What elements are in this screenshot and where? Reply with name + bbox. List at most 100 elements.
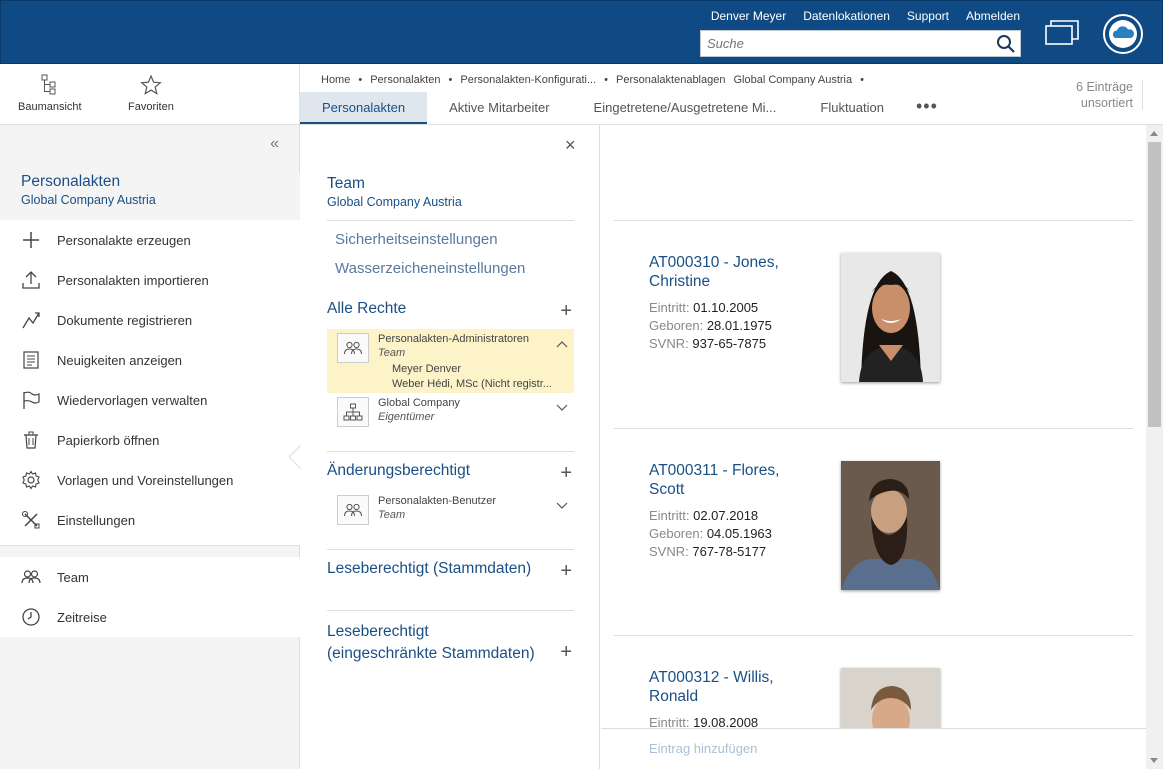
group-name: Global Company xyxy=(378,397,460,409)
nav-item-label: Personalakte erzeugen xyxy=(57,232,191,248)
data-locations-link[interactable]: Datenlokationen xyxy=(803,9,890,23)
field-label: Eintritt: xyxy=(649,300,690,315)
plus-icon xyxy=(20,229,42,251)
chevron-down-icon[interactable] xyxy=(556,502,568,510)
add-icon[interactable]: + xyxy=(560,462,572,485)
nav-item-team[interactable]: Team xyxy=(0,557,300,597)
favorites-button[interactable]: Favoriten xyxy=(128,74,174,113)
tab-joined-left[interactable]: Eingetretene/Ausgetretene Mi... xyxy=(572,92,799,125)
watermark-settings-link[interactable]: Wasserzeicheneinstellungen xyxy=(335,260,525,277)
record-title[interactable]: AT000312 - Willis, Ronald xyxy=(649,668,799,706)
crumb-personnel-files[interactable]: Personalakten xyxy=(370,74,440,86)
tab-bar: Personalakten Aktive Mitarbeiter Eingetr… xyxy=(300,92,948,125)
nav-item-label: Einstellungen xyxy=(57,512,136,528)
group-admins[interactable]: Personalakten-Administratoren Team Meyer… xyxy=(327,329,574,393)
add-icon[interactable]: + xyxy=(560,300,572,323)
team-title: Team xyxy=(327,175,365,192)
section-title-line2: (eingeschränkte Stammdaten) xyxy=(327,645,535,662)
divider xyxy=(1142,80,1143,110)
group-role: Team xyxy=(378,509,406,521)
section-title: Leseberechtigt xyxy=(327,623,429,640)
user-link[interactable]: Denver Meyer xyxy=(711,9,786,23)
support-link[interactable]: Support xyxy=(907,9,949,23)
employee-photo[interactable] xyxy=(841,461,940,590)
tab-fluctuation[interactable]: Fluktuation xyxy=(798,92,906,125)
nav-item-label: Personalakten importieren xyxy=(57,272,209,288)
add-entry-button[interactable]: Eintrag hinzufügen xyxy=(649,741,757,756)
tab-personalakten[interactable]: Personalakten xyxy=(300,92,428,125)
scroll-down-icon[interactable] xyxy=(1150,758,1158,763)
nav-item-time-travel[interactable]: Zeitreise xyxy=(0,597,300,637)
nav-header: Personalakten Global Company Austria xyxy=(0,173,300,221)
field-value: 01.10.2005 xyxy=(693,300,759,315)
close-icon[interactable]: × xyxy=(565,135,576,156)
tab-active-employees[interactable]: Aktive Mitarbeiter xyxy=(427,92,571,125)
upload-icon xyxy=(20,269,42,291)
employee-photo[interactable] xyxy=(841,253,940,382)
section-title: Alle Rechte xyxy=(327,300,407,317)
collapse-icon[interactable]: « xyxy=(270,135,279,153)
add-icon[interactable]: + xyxy=(560,560,572,583)
crumb-config[interactable]: Personalakten-Konfigurati... xyxy=(460,74,596,86)
nav-title: Personalakten xyxy=(21,173,121,190)
scroll-up-icon[interactable] xyxy=(1150,131,1158,136)
field-label: SVNR: xyxy=(649,544,689,559)
nav-actions: Personalakte erzeugen Personalakten impo… xyxy=(0,220,300,546)
crumb-home[interactable]: Home xyxy=(321,74,350,86)
scroll-thumb[interactable] xyxy=(1148,142,1161,427)
team-subtitle: Global Company Austria xyxy=(327,195,462,209)
divider xyxy=(327,610,574,611)
group-name: Personalakten-Benutzer xyxy=(378,495,497,507)
security-settings-link[interactable]: Sicherheitseinstellungen xyxy=(335,231,498,248)
chevron-down-icon[interactable] xyxy=(556,404,568,412)
crumb-storages[interactable]: Personalaktenablagen xyxy=(616,74,725,86)
nav-subtitle: Global Company Austria xyxy=(21,193,156,207)
scrollbar[interactable] xyxy=(1146,125,1163,769)
logout-link[interactable]: Abmelden xyxy=(966,9,1020,23)
section-read-limited: Leseberechtigt (eingeschränkte Stammdate… xyxy=(327,621,574,665)
crumb-company[interactable]: Global Company Austria xyxy=(733,74,852,86)
search-icon[interactable] xyxy=(996,34,1016,54)
more-tabs-button[interactable]: ••• xyxy=(906,92,948,125)
tree-view-button[interactable]: Baumansicht xyxy=(18,74,82,113)
panel-pointer xyxy=(289,445,301,469)
field-label: Geboren: xyxy=(649,526,704,541)
nav-item-news[interactable]: Neuigkeiten anzeigen xyxy=(0,340,300,380)
search-input[interactable] xyxy=(701,31,986,56)
team-panel: × Team Global Company Austria Sicherheit… xyxy=(301,125,600,769)
cloud-logo-icon[interactable] xyxy=(1102,13,1144,55)
tree-view-icon xyxy=(41,74,56,95)
crumb-separator: • xyxy=(358,74,363,86)
nav-item-label: Zeitreise xyxy=(57,609,107,625)
nav-item-create[interactable]: Personalakte erzeugen xyxy=(0,220,300,260)
nav-item-trash[interactable]: Papierkorb öffnen xyxy=(0,420,300,460)
nav-item-label: Wiedervorlagen verwalten xyxy=(57,392,208,408)
entries-sort[interactable]: unsortiert xyxy=(1053,95,1133,111)
record-title[interactable]: AT000310 - Jones, Christine xyxy=(649,253,799,291)
group-users[interactable]: Personalakten-Benutzer Team xyxy=(327,491,574,531)
top-header: Denver Meyer Datenlokationen Support Abm… xyxy=(0,0,1163,64)
team-icon xyxy=(337,495,369,525)
record-title[interactable]: AT000311 - Flores, Scott xyxy=(649,461,799,499)
chevron-up-icon[interactable] xyxy=(556,340,568,348)
crumb-separator: • xyxy=(860,74,864,86)
section-title: Änderungsberechtigt xyxy=(327,462,471,479)
nav-item-import[interactable]: Personalakten importieren xyxy=(0,260,300,300)
section-read-master: Leseberechtigt (Stammdaten) + xyxy=(327,560,574,582)
add-icon[interactable]: + xyxy=(560,641,572,663)
nav-item-register[interactable]: Dokumente registrieren xyxy=(0,300,300,340)
nav-item-label: Team xyxy=(57,569,89,585)
nav-item-templates[interactable]: Vorlagen und Voreinstellungen xyxy=(0,460,300,500)
trash-icon xyxy=(20,429,42,451)
left-toolbar: Baumansicht Favoriten xyxy=(0,64,300,125)
nav-item-settings[interactable]: Einstellungen xyxy=(0,500,300,540)
group-company[interactable]: Global Company Eigentümer xyxy=(327,393,574,433)
nav-item-followups[interactable]: Wiedervorlagen verwalten xyxy=(0,380,300,420)
divider xyxy=(614,220,1133,221)
team-icon xyxy=(337,333,369,363)
field-value: 02.07.2018 xyxy=(693,508,759,523)
divider xyxy=(327,451,574,452)
window-switch-icon[interactable] xyxy=(1045,20,1079,46)
divider xyxy=(0,545,300,546)
clock-icon xyxy=(20,606,42,628)
